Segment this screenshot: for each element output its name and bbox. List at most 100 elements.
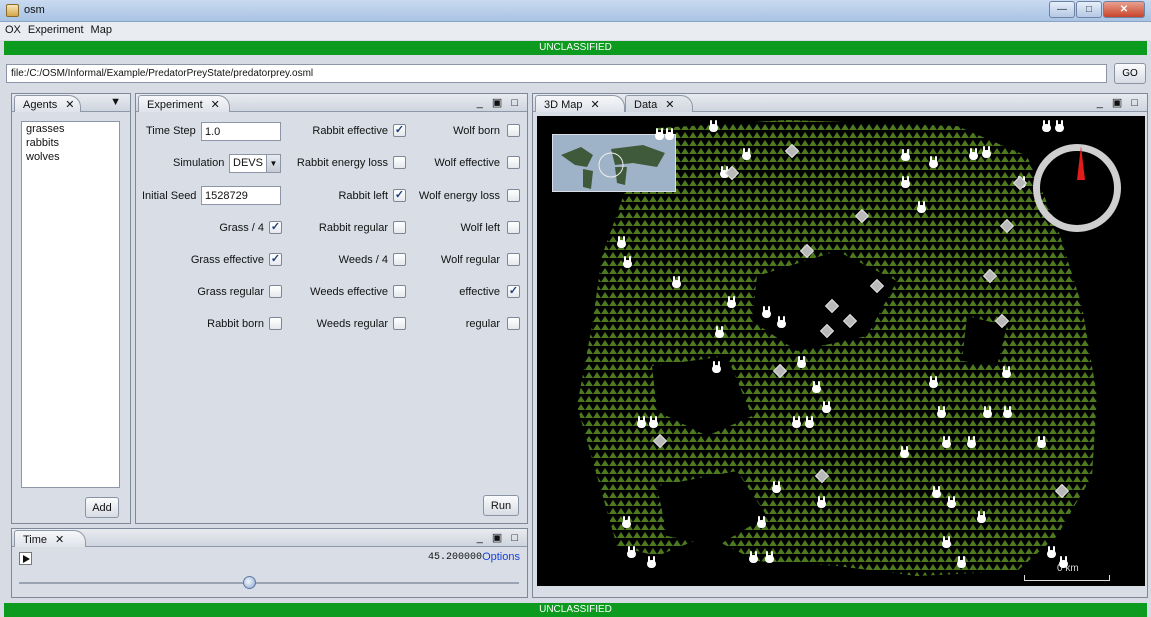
weeds-4-checkbox[interactable] (393, 253, 406, 266)
wolf-energy-loss-checkbox[interactable] (507, 189, 520, 202)
simulation-label: Simulation (173, 157, 225, 169)
menu-map[interactable]: Map (86, 22, 114, 36)
rabbit-regular-checkbox[interactable] (393, 221, 406, 234)
checkbox-label: Wolf born (453, 125, 500, 137)
rabbit-icon (932, 486, 941, 498)
menu-ox[interactable]: OX (0, 22, 23, 36)
close-icon[interactable]: ✕ (65, 99, 74, 111)
time-panel: Time ✕ _ ▣ □ 45.200000 Options (11, 528, 528, 598)
checkbox-label: Weeds / 4 (338, 254, 388, 266)
wolf-born-checkbox[interactable] (507, 124, 520, 137)
wolf-regular-checkbox[interactable] (507, 253, 520, 266)
rabbit-effective-checkbox[interactable]: ✓ (393, 124, 406, 137)
rabbit-icon (900, 446, 909, 458)
checkbox-label: Weeds regular (316, 318, 388, 330)
list-item[interactable]: rabbits (22, 136, 119, 150)
rabbit-icon (901, 176, 910, 188)
compass-needle (1077, 146, 1085, 180)
rabbit-icon (969, 148, 978, 160)
checkbox-label: regular (465, 318, 500, 330)
rabbit-icon (772, 481, 781, 493)
tab-3d-map[interactable]: 3D Map ✕ (535, 95, 625, 112)
list-item[interactable]: grasses (22, 122, 119, 136)
initial-seed-input[interactable] (201, 186, 281, 205)
tab-agents-label: Agents (23, 99, 58, 111)
close-icon[interactable]: ✕ (211, 99, 220, 111)
panel-window-controls[interactable]: _ ▣ □ (477, 531, 521, 544)
rabbit-icon (1047, 546, 1056, 558)
close-icon[interactable]: ✕ (665, 99, 674, 111)
rabbit-icon (1037, 436, 1046, 448)
close-window-button[interactable]: ✕ (1103, 1, 1145, 18)
chevron-down-icon: ▼ (266, 155, 280, 172)
checkbox-label: Rabbit left (338, 190, 388, 202)
scale-bar (1024, 575, 1110, 581)
panel-window-controls[interactable]: _ ▣ □ (1097, 96, 1141, 109)
play-icon[interactable] (19, 552, 32, 565)
run-button[interactable]: Run (483, 495, 519, 516)
checkbox-label: Wolf left (460, 222, 500, 234)
simulation-select[interactable]: DEVS ▼ (229, 154, 281, 173)
rabbit-icon (715, 326, 724, 338)
time-value: 45.200000 (427, 552, 482, 563)
agents-list[interactable]: grasses rabbits wolves (21, 121, 120, 488)
maximize-button[interactable]: □ (1076, 1, 1102, 18)
rabbit-icon (672, 276, 681, 288)
simulation-value: DEVS (233, 157, 263, 169)
compass-icon[interactable] (1033, 144, 1121, 232)
url-input[interactable] (6, 64, 1107, 83)
rabbit-icon (622, 516, 631, 528)
tab-agents[interactable]: Agents ✕ (14, 95, 82, 112)
close-icon[interactable]: ✕ (591, 99, 600, 111)
grass-4-checkbox[interactable]: ✓ (269, 221, 282, 234)
rabbit-icon (977, 511, 986, 523)
world-minimap[interactable] (552, 134, 676, 192)
rabbit-born-checkbox[interactable] (269, 317, 282, 330)
menu-bar: OX Experiment Map (0, 22, 1151, 40)
time-step-input[interactable] (201, 122, 281, 141)
effective-checkbox[interactable]: ✓ (507, 285, 520, 298)
options-link[interactable]: Options (482, 551, 520, 563)
tab-time[interactable]: Time ✕ (14, 530, 86, 547)
list-item[interactable]: wolves (22, 150, 119, 164)
initial-seed-label: Initial Seed (142, 190, 197, 202)
rabbit-icon (917, 201, 926, 213)
rabbit-icon (762, 306, 771, 318)
checkbox-label: Wolf effective (434, 157, 500, 169)
panel-window-controls[interactable]: _ ▣ □ (477, 96, 521, 109)
rabbit-left-checkbox[interactable]: ✓ (393, 189, 406, 202)
regular-checkbox[interactable] (507, 317, 520, 330)
rabbit-icon (749, 551, 758, 563)
checkbox-label: Rabbit regular (318, 222, 388, 234)
close-icon[interactable]: ✕ (55, 534, 64, 546)
rabbit-icon (627, 546, 636, 558)
tab-experiment[interactable]: Experiment ✕ (138, 95, 230, 112)
rabbit-icon (655, 128, 664, 140)
chevron-down-icon[interactable]: ▼ (110, 96, 124, 108)
rabbit-icon (1003, 406, 1012, 418)
time-slider-knob[interactable] (243, 576, 256, 589)
rabbit-icon (947, 496, 956, 508)
minimize-button[interactable]: — (1049, 1, 1075, 18)
time-slider-track[interactable] (19, 582, 519, 584)
rabbit-icon (937, 406, 946, 418)
menu-experiment[interactable]: Experiment (23, 22, 86, 36)
grass-regular-checkbox[interactable] (269, 285, 282, 298)
weeds-effective-checkbox[interactable] (393, 285, 406, 298)
rabbit-icon (982, 146, 991, 158)
add-agent-button[interactable]: Add (85, 497, 119, 518)
weeds-regular-checkbox[interactable] (393, 317, 406, 330)
tab-data[interactable]: Data ✕ (625, 95, 693, 112)
wolf-left-checkbox[interactable] (507, 221, 520, 234)
grass-effective-checkbox[interactable]: ✓ (269, 253, 282, 266)
rabbit-energy-loss-checkbox[interactable] (393, 156, 406, 169)
rabbit-icon (967, 436, 976, 448)
rabbit-icon (929, 156, 938, 168)
wolf-effective-checkbox[interactable] (507, 156, 520, 169)
classification-banner-top: UNCLASSIFIED (4, 41, 1147, 55)
rabbit-icon (805, 416, 814, 428)
go-button[interactable]: GO (1114, 63, 1146, 84)
experiment-panel: Experiment ✕ _ ▣ □ Time Step Simulation D… (135, 93, 528, 524)
map-view[interactable]: 0 km (537, 116, 1145, 586)
window-titlebar: osm — □ ✕ (0, 0, 1151, 22)
